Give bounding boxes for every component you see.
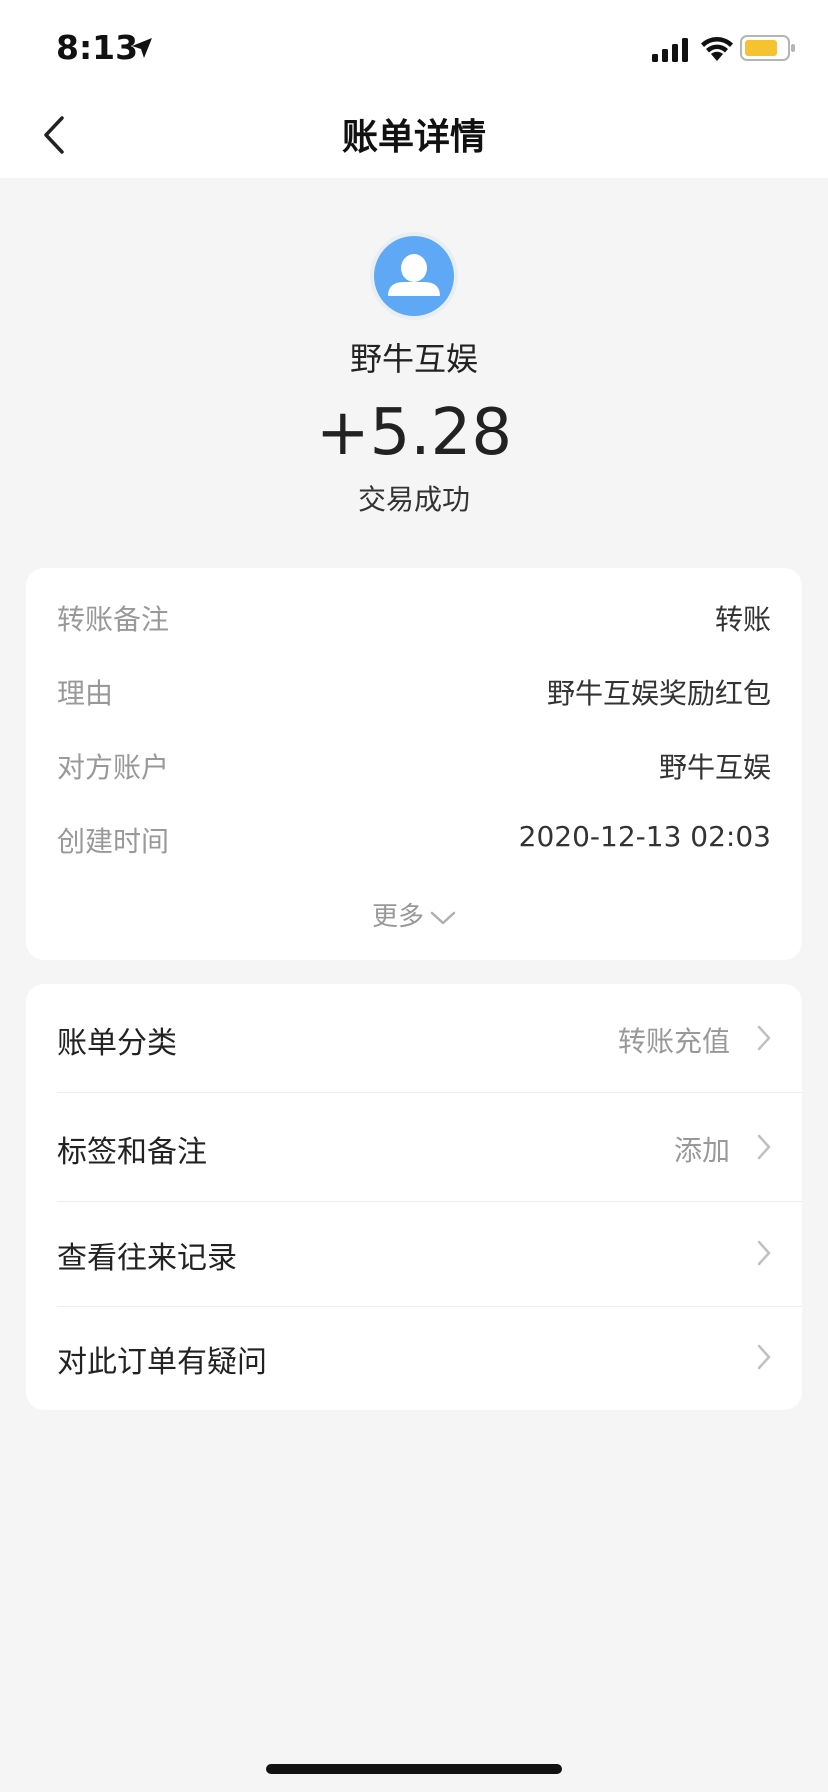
detail-label: 转账备注 [57,603,170,636]
transaction-amount: +5.28 [315,396,513,470]
detail-value: 转账 [714,603,771,636]
menu-item-label: 账单分类 [57,1026,177,1061]
transaction-summary: 野牛互娱 +5.28 交易成功 [0,178,828,558]
detail-row-created-time: 创建时间 2020-12-13 02:03 [57,820,771,860]
transaction-status: 交易成功 [357,483,470,516]
actions-card: 账单分类 转账充值 标签和备注 添加 查看往来记录 对此订单有疑问 [26,984,802,1410]
wifi-icon [701,37,733,61]
more-button[interactable]: 更多 [26,896,802,933]
detail-value: 野牛互娱奖励红包 [546,677,771,710]
battery-icon [740,35,795,61]
status-time: 8:13 [56,28,139,67]
menu-item-value: 添加 [673,1134,730,1167]
location-arrow-icon [132,38,152,58]
more-label: 更多 [371,902,424,932]
menu-item-tags-notes[interactable]: 标签和备注 添加 [26,1093,802,1201]
menu-item-label: 查看往来记录 [57,1241,237,1276]
chevron-down-icon [430,911,456,924]
details-card: 转账备注 转账 理由 野牛互娱奖励红包 对方账户 野牛互娱 创建时间 2020-… [26,568,802,960]
menu-item-transaction-history[interactable]: 查看往来记录 [26,1202,802,1306]
cellular-signal-icon [652,38,688,62]
menu-item-value: 转账充值 [617,1025,730,1058]
avatar [370,232,458,320]
detail-value: 2020-12-13 02:03 [518,820,771,853]
menu-item-order-question[interactable]: 对此订单有疑问 [26,1307,802,1410]
detail-row-reason: 理由 野牛互娱奖励红包 [57,672,771,712]
detail-label: 理由 [57,677,114,710]
detail-label: 对方账户 [57,751,170,784]
menu-item-bill-category[interactable]: 账单分类 转账充值 [26,984,802,1092]
detail-label: 创建时间 [57,825,170,858]
user-avatar-icon [374,236,454,316]
payee-name: 野牛互娱 [349,340,478,378]
detail-row-remark: 转账备注 转账 [57,598,771,638]
chevron-right-icon [757,1134,771,1160]
detail-value: 野牛互娱 [658,751,771,784]
status-bar: 8:13 [0,0,828,100]
menu-item-label: 对此订单有疑问 [57,1345,267,1380]
page-title: 账单详情 [341,117,486,158]
home-indicator[interactable] [266,1764,562,1774]
chevron-right-icon [757,1025,771,1051]
detail-row-account: 对方账户 野牛互娱 [57,746,771,786]
chevron-right-icon [757,1240,771,1266]
chevron-right-icon [757,1344,771,1370]
menu-item-label: 标签和备注 [57,1135,207,1170]
nav-bar: 账单详情 [0,100,828,178]
